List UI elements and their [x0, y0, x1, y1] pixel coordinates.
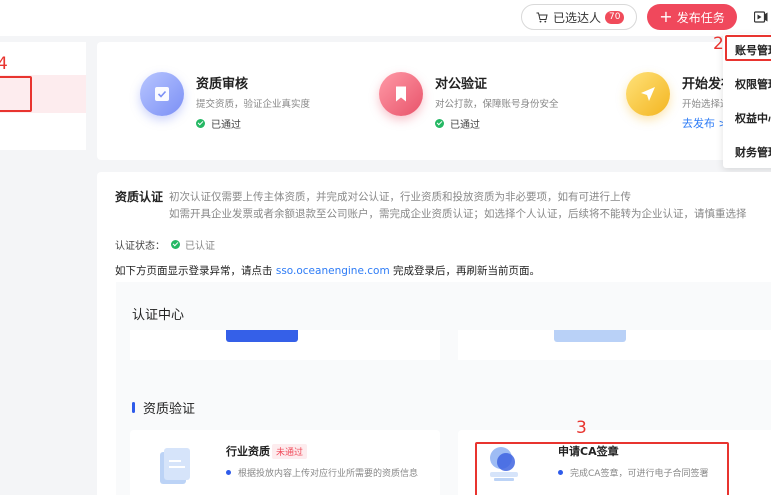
- selected-count-badge: 70: [605, 10, 625, 24]
- not-passed-tag: 未通过: [272, 444, 308, 459]
- login-note: 如下方页面显示登录异常，请点击 sso.oceanengine.com 完成登录…: [115, 263, 540, 278]
- step-start-publish: 开始发布 开始选择达 去发布 >: [626, 72, 734, 131]
- annotation-box-2: [725, 35, 771, 61]
- step-qualification-review: 资质审核 提交资质，验证企业真实度 已通过: [140, 72, 310, 131]
- document-check-icon: [155, 87, 169, 101]
- top-bar: 已选达人 70 + 发布任务: [0, 0, 771, 36]
- plus-icon: +: [659, 7, 673, 26]
- auth-card-right: [458, 330, 771, 360]
- login-note-post: 完成登录后，再刷新当前页面。: [393, 265, 541, 277]
- step-title: 资质审核: [196, 77, 249, 92]
- qualification-desc-1: 初次认证仅需要上传主体资质，并完成对公认证，行业资质和投放资质为非必要项，如有可…: [169, 191, 631, 203]
- step-corporate-verification: 对公验证 对公打款，保障账号身份安全 已通过: [379, 72, 559, 131]
- check-circle-icon: [435, 119, 444, 128]
- annotation-number-2: 2: [713, 34, 724, 54]
- annotation-number-3: 4: [0, 54, 8, 74]
- step-status-text: 已通过: [450, 120, 480, 131]
- step-desc: 对公打款，保障账号身份安全: [435, 99, 559, 110]
- publish-task-button[interactable]: + 发布任务: [647, 4, 737, 30]
- document-icon: [160, 448, 190, 484]
- section-title-text: 资质验证: [143, 402, 196, 417]
- publish-task-label: 发布任务: [676, 10, 725, 25]
- step-status: 已通过: [196, 116, 310, 131]
- certification-status: 认证状态： 已认证: [115, 237, 215, 252]
- auth-card-button[interactable]: [226, 330, 298, 342]
- step-circle: [379, 72, 423, 116]
- menu-item-finance-management[interactable]: 财务管理: [735, 144, 771, 160]
- industry-qualification-name: 行业资质: [226, 445, 270, 458]
- certification-status-value: 已认证: [185, 241, 215, 252]
- auth-card-button-disabled[interactable]: [554, 330, 626, 342]
- step-circle: [626, 72, 670, 116]
- send-icon: [641, 87, 655, 101]
- auth-card-left: [130, 330, 440, 360]
- cart-icon: [536, 12, 548, 22]
- check-circle-icon: [171, 240, 180, 249]
- video-icon[interactable]: [754, 11, 768, 23]
- selected-creators-label: 已选达人: [553, 10, 602, 25]
- qualification-desc-2: 如需开具企业发票或者余额退款至公司账户，需完成企业资质认证；如选择个人认证，后续…: [169, 208, 747, 220]
- annotation-box-4: [475, 442, 729, 495]
- selected-creators-button[interactable]: 已选达人 70: [521, 4, 637, 30]
- step-status-text: 已通过: [211, 120, 241, 131]
- step-status: 已通过: [435, 116, 559, 131]
- section-bar: [132, 402, 135, 413]
- industry-qualification-card[interactable]: 行业资质 未通过 根据投放内容上传对应行业所需要的资质信息: [130, 430, 440, 495]
- qualification-title: 资质认证: [115, 190, 164, 204]
- annotation-box-3: [0, 76, 32, 112]
- verification-steps-card: 资质审核 提交资质，验证企业真实度 已通过 对公验证 对公打款，保障账号身份安全…: [97, 42, 771, 160]
- bookmark-icon: [396, 86, 406, 102]
- menu-item-permission-management[interactable]: 权限管理: [735, 76, 771, 92]
- industry-qualification-desc: 根据投放内容上传对应行业所需要的资质信息: [226, 466, 418, 479]
- bullet-dot: [226, 470, 231, 475]
- step-circle: [140, 72, 184, 116]
- step-desc: 提交资质，验证企业真实度: [196, 99, 311, 110]
- section-title: 资质验证: [132, 398, 195, 417]
- certification-status-label: 认证状态：: [115, 241, 165, 252]
- sso-link[interactable]: sso.oceanengine.com: [276, 265, 390, 277]
- annotation-number-4: 3: [576, 418, 587, 438]
- menu-item-benefits-center[interactable]: 权益中心: [735, 110, 771, 126]
- auth-center-title: 认证中心: [132, 308, 185, 323]
- login-note-pre: 如下方页面显示登录异常，请点击: [115, 265, 273, 277]
- step-title: 对公验证: [435, 77, 488, 92]
- industry-qualification-desc-text: 根据投放内容上传对应行业所需要的资质信息: [238, 469, 419, 479]
- check-circle-icon: [196, 119, 205, 128]
